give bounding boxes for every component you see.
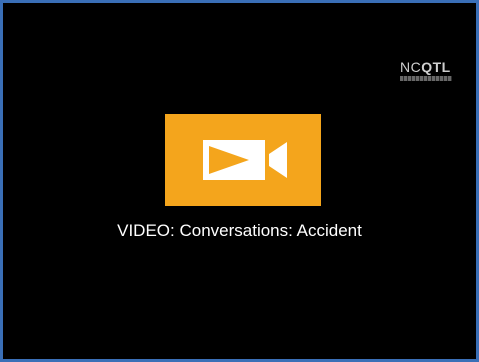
camera-lens — [269, 142, 287, 178]
logo-reflection — [400, 76, 452, 81]
logo-text-nc: NC — [400, 59, 422, 75]
logo-text-qtl: QTL — [421, 59, 451, 75]
video-camera-glyph — [203, 140, 287, 180]
logo-text: NCQTL — [400, 59, 452, 75]
video-camera-icon[interactable] — [165, 114, 321, 206]
slide-frame: NCQTL VIDEO: Conversations: Accident — [0, 0, 479, 362]
video-caption: VIDEO: Conversations: Accident — [117, 221, 362, 240]
ncqtl-logo: NCQTL — [400, 59, 452, 89]
